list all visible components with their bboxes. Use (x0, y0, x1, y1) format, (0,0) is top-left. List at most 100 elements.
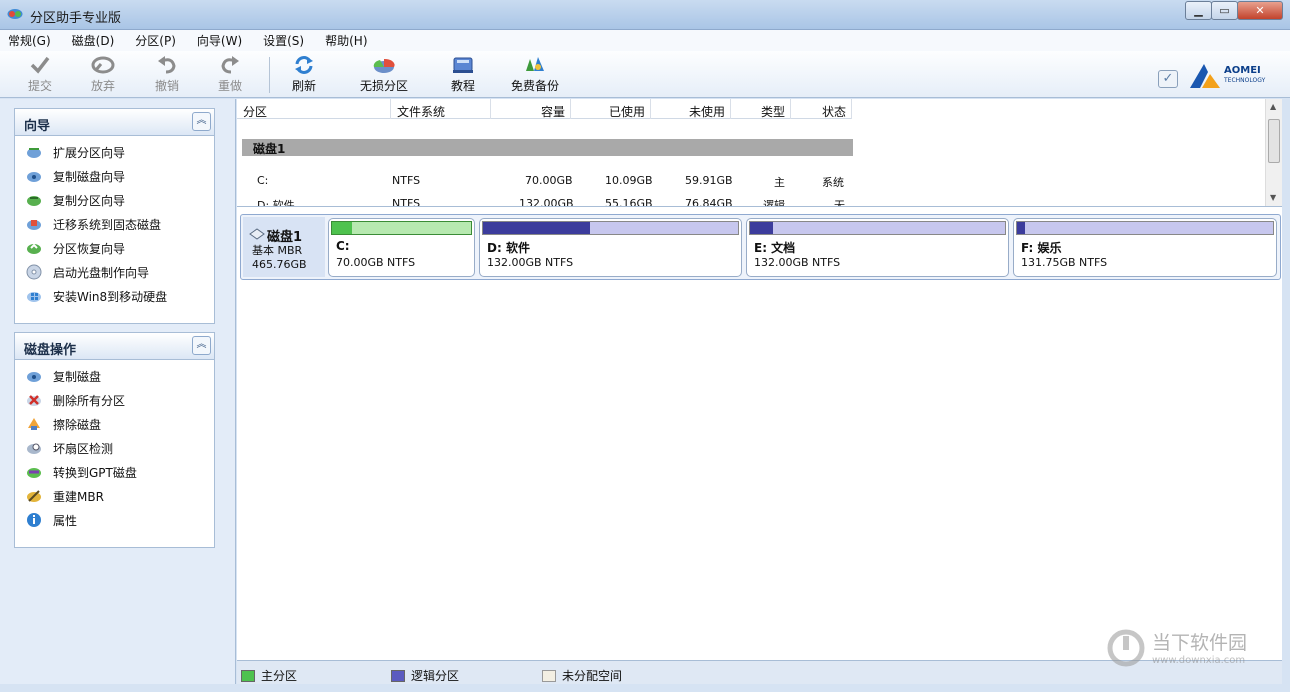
disk-header-row[interactable]: 磁盘1 (242, 139, 853, 156)
menu-settings[interactable]: 设置(S) (263, 32, 304, 49)
bad-sector-icon (27, 443, 41, 454)
menu-partition[interactable]: 分区(P) (135, 32, 176, 49)
wizard-item-label: 迁移系统到固态磁盘 (53, 217, 162, 232)
cell-type: 逻辑 (763, 199, 785, 207)
column-filesystem[interactable]: 文件系统 (397, 103, 445, 120)
tutorial-button[interactable]: 教程 (451, 55, 475, 94)
toolbar-separator (269, 57, 270, 93)
disk-label[interactable]: 磁盘1 基本 MBR 465.76GB (243, 217, 325, 277)
logo-icon (1190, 64, 1220, 88)
column-free[interactable]: 未使用 (689, 103, 725, 120)
discard-icon (91, 55, 115, 75)
collapse-disk-panel-button[interactable]: ︽ (192, 336, 211, 355)
undo-button[interactable]: 撤销 (155, 55, 179, 94)
collapse-wizard-button[interactable]: ︽ (192, 112, 211, 131)
partition-block[interactable]: F: 娱乐 131.75GB NTFS (1013, 218, 1277, 277)
scroll-thumb[interactable] (1268, 119, 1280, 163)
wizard-panel-title: 向导 (24, 119, 51, 134)
submit-button[interactable]: 提交 (28, 55, 52, 94)
maximize-button[interactable]: ▭ (1211, 1, 1238, 20)
table-scrollbar[interactable]: ▲ ▼ (1265, 99, 1282, 206)
partition-name: F: 娱乐 (1021, 241, 1062, 255)
menu-help[interactable]: 帮助(H) (325, 32, 367, 49)
column-type[interactable]: 类型 (761, 103, 785, 120)
watermark-url: www.downxia.com (1152, 655, 1246, 666)
legend-unallocated: 未分配空间 (542, 667, 622, 684)
backup-label: 免费备份 (511, 79, 560, 93)
legend-logical-label: 逻辑分区 (411, 669, 460, 683)
partition-block[interactable]: D: 软件 132.00GB NTFS (479, 218, 742, 277)
table-row[interactable]: D: 软件 NTFS 132.00GB 55.16GB 76.84GB 逻辑 无 (237, 194, 852, 207)
discard-button[interactable]: 放弃 (91, 55, 115, 94)
wizard-partition-recovery[interactable]: 分区恢复向导 (15, 236, 214, 260)
watermark-text: 当下软件园 (1152, 632, 1248, 654)
info-icon (27, 513, 41, 527)
usage-fill (483, 222, 590, 234)
eraser-icon (28, 418, 40, 430)
partition-block[interactable]: E: 文档 132.00GB NTFS (746, 218, 1009, 277)
cell-status: 系统 (822, 176, 844, 189)
checkmark-icon (28, 55, 52, 75)
minimize-button[interactable]: ▁ (1185, 1, 1212, 20)
legend-primary-label: 主分区 (261, 669, 298, 683)
redo-button[interactable]: 重做 (218, 55, 242, 94)
discard-label: 放弃 (91, 79, 116, 93)
legend-primary: 主分区 (241, 667, 297, 684)
menu-general[interactable]: 常规(G) (8, 32, 51, 49)
wizard-migrate-ssd[interactable]: 迁移系统到固态磁盘 (15, 212, 214, 236)
scroll-up-icon[interactable]: ▲ (1270, 102, 1276, 111)
cell-free: 76.84GB (685, 197, 733, 207)
partition-name: D: 软件 (487, 241, 530, 255)
partition-info: 70.00GB NTFS (336, 256, 416, 269)
partition-block[interactable]: C: 70.00GB NTFS (328, 218, 475, 277)
logo-name: AOMEI (1224, 65, 1261, 76)
disk-panel-header: 磁盘操作 ︽ (15, 333, 214, 360)
wizard-boot-cd[interactable]: 启动光盘制作向导 (15, 260, 214, 284)
disk-op-convert-gpt[interactable]: 转换到GPT磁盘 (15, 460, 214, 484)
usage-fill (332, 222, 353, 234)
disk-op-wipe-disk[interactable]: 擦除磁盘 (15, 412, 214, 436)
main-content: 分区 文件系统 容量 已使用 未使用 类型 状态 磁盘1 C: NTFS 70.… (237, 99, 1282, 660)
lossless-partition-button[interactable]: 无损分区 (360, 55, 408, 94)
column-partition[interactable]: 分区 (243, 103, 267, 120)
wizard-extend-partition[interactable]: 扩展分区向导 (15, 140, 214, 164)
usage-bar (331, 221, 472, 235)
table-row[interactable]: C: NTFS 70.00GB 10.09GB 59.91GB 主 系统 (237, 171, 852, 191)
menu-disk[interactable]: 磁盘(D) (72, 32, 115, 49)
logo-sub: TECHNOLOGY (1224, 77, 1266, 84)
disk-op-bad-sector-check[interactable]: 坏扇区检测 (15, 436, 214, 460)
title-bar: 分区助手专业版 ▁ ▭ ✕ (0, 0, 1290, 30)
column-used[interactable]: 已使用 (609, 103, 645, 120)
wizard-copy-disk[interactable]: 复制磁盘向导 (15, 164, 214, 188)
free-backup-button[interactable]: 免费备份 (511, 55, 559, 94)
usage-fill (750, 222, 773, 234)
cell-partition: D: 软件 (257, 199, 295, 207)
cell-capacity: 70.00GB (525, 174, 573, 187)
disk-op-delete-all[interactable]: 删除所有分区 (15, 388, 214, 412)
wizard-panel-header: 向导 ︽ (15, 109, 214, 136)
menu-wizard[interactable]: 向导(W) (197, 32, 242, 49)
column-capacity[interactable]: 容量 (541, 103, 565, 120)
disk-op-copy-disk[interactable]: 复制磁盘 (15, 364, 214, 388)
book-icon (451, 55, 475, 75)
wizard-copy-partition[interactable]: 复制分区向导 (15, 188, 214, 212)
disk-op-rebuild-mbr[interactable]: 重建MBR (15, 484, 214, 508)
check-box-icon[interactable]: ✓ (1158, 70, 1178, 88)
undo-icon (155, 55, 179, 75)
app-icon (7, 9, 23, 19)
close-button[interactable]: ✕ (1237, 1, 1283, 20)
disk-type: 基本 MBR (252, 244, 303, 257)
column-status[interactable]: 状态 (822, 103, 846, 120)
cell-capacity: 132.00GB (519, 197, 574, 207)
usage-fill (1017, 222, 1025, 234)
rebuild-mbr-icon (27, 490, 41, 502)
wizard-item-label: 复制分区向导 (53, 193, 126, 208)
refresh-label: 刷新 (292, 79, 317, 93)
scroll-down-icon[interactable]: ▼ (1270, 193, 1276, 202)
disk-op-label: 转换到GPT磁盘 (53, 465, 137, 480)
disk-operations-panel: 磁盘操作 ︽ 复制磁盘 删除所有分区 擦除磁盘 坏扇区检测 转换到GPT磁盘 重… (14, 332, 215, 548)
wizard-win8-to-go[interactable]: 安装Win8到移动硬盘 (15, 284, 214, 308)
disk-op-properties[interactable]: 属性 (15, 508, 214, 532)
watermark: 当下软件园 www.downxia.com (1104, 628, 1274, 672)
refresh-button[interactable]: 刷新 (292, 55, 316, 94)
